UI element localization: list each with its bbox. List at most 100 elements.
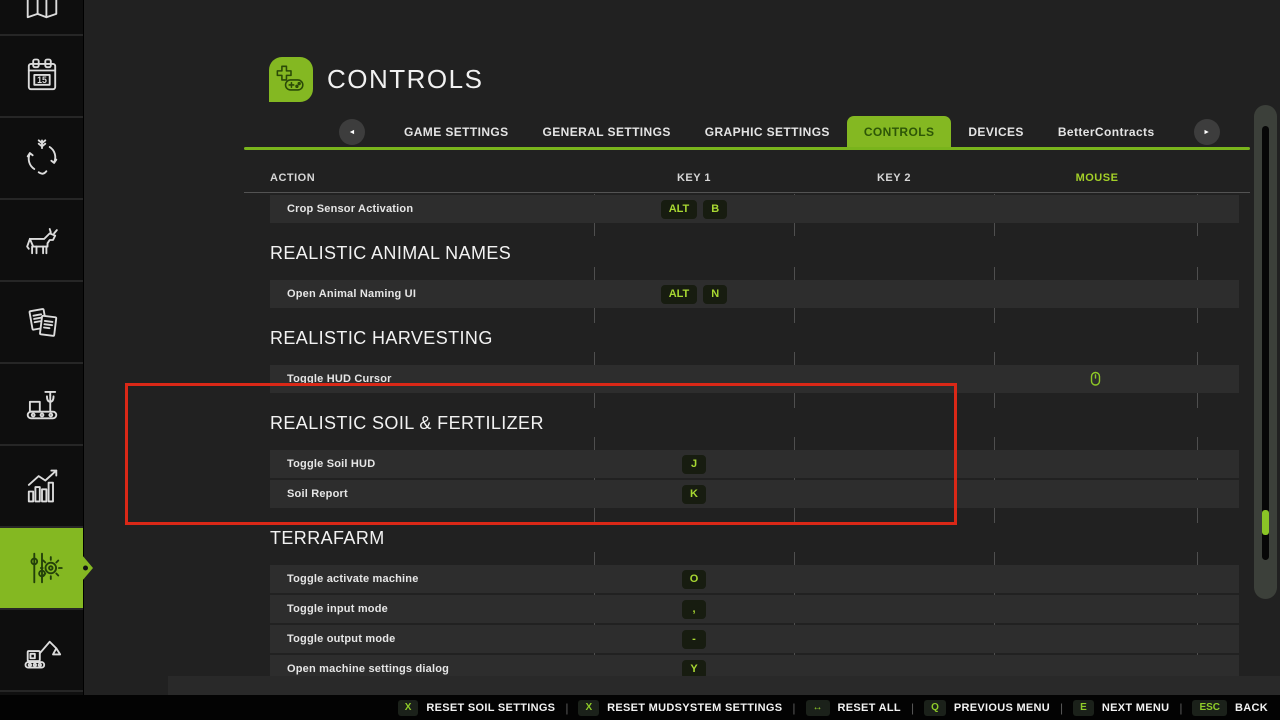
sidebar-item-animals[interactable] xyxy=(0,200,83,282)
key2-cell[interactable] xyxy=(794,450,994,478)
table-row[interactable]: Toggle HUD Cursor xyxy=(270,365,1239,393)
column-header-mouse: MOUSE xyxy=(1027,172,1167,184)
key-badge: J xyxy=(682,455,706,474)
hint-back[interactable]: ESC BACK xyxy=(1192,700,1268,716)
separator: | xyxy=(792,701,795,715)
section-title: REALISTIC SOIL & FERTILIZER xyxy=(270,412,1239,434)
table-row[interactable]: Soil Report K xyxy=(270,480,1239,508)
key2-cell[interactable] xyxy=(794,280,994,308)
tab-bettercontracts[interactable]: BetterContracts xyxy=(1041,116,1172,148)
bindings-list: Crop Sensor Activation ALTB REALISTIC AN… xyxy=(270,193,1239,685)
controls-settings-screen: 15 CONTROLS ◄ GAME SETTINGSGENERAL SETTI… xyxy=(0,0,1280,720)
key1-cell[interactable]: , xyxy=(594,595,794,623)
tab-general-settings[interactable]: GENERAL SETTINGS xyxy=(526,116,688,148)
key-hint-label: RESET SOIL SETTINGS xyxy=(426,702,555,714)
left-arrow-icon[interactable]: ◄ xyxy=(339,119,365,145)
sidebar-item-crop-rotation[interactable] xyxy=(0,118,83,200)
tab-game-settings[interactable]: GAME SETTINGS xyxy=(387,116,526,148)
scrollbar-track[interactable] xyxy=(1262,126,1269,560)
section-realistic-animal-names: REALISTIC ANIMAL NAMES Open Animal Namin… xyxy=(270,225,1239,310)
section-realistic-soil-fertilizer: REALISTIC SOIL & FERTILIZER Toggle Soil … xyxy=(270,395,1239,510)
key1-cell[interactable]: O xyxy=(594,565,794,593)
sidebar-item-map[interactable] xyxy=(0,0,83,36)
content-panel: CONTROLS ◄ GAME SETTINGSGENERAL SETTINGS… xyxy=(84,0,1280,695)
section-title: TERRAFARM xyxy=(270,527,1239,549)
table-row[interactable]: Open Animal Naming UI ALTN xyxy=(270,280,1239,308)
key1-cell[interactable]: ALT N xyxy=(594,280,794,308)
excavator-icon xyxy=(20,628,64,672)
key-badge: , xyxy=(682,600,706,619)
sidebar: 15 xyxy=(0,0,84,695)
table-row[interactable]: Toggle activate machine O xyxy=(270,565,1239,593)
key-hint-badge: ESC xyxy=(1192,700,1227,716)
sidebar-item-calendar[interactable]: 15 xyxy=(0,36,83,118)
tab-graphic-settings[interactable]: GRAPHIC SETTINGS xyxy=(688,116,847,148)
sidebar-item-excavator[interactable] xyxy=(0,610,83,692)
key-hint-label: BACK xyxy=(1235,702,1268,714)
hint-previous-menu[interactable]: Q PREVIOUS MENU xyxy=(924,700,1050,716)
key1-cell[interactable] xyxy=(594,365,794,393)
hint-reset-soil-settings[interactable]: X RESET SOIL SETTINGS xyxy=(398,700,556,716)
mouse-cell[interactable] xyxy=(994,365,1197,393)
section-title: REALISTIC ANIMAL NAMES xyxy=(270,242,1239,264)
tab-bar: ◄ GAME SETTINGSGENERAL SETTINGSGRAPHIC S… xyxy=(339,116,1169,148)
row-group: Toggle activate machine O Toggle input m… xyxy=(270,565,1239,685)
hint-reset-mudsystem-settings[interactable]: X RESET MUDSYSTEM SETTINGS xyxy=(578,700,782,716)
key-hint-badge: Q xyxy=(924,700,946,716)
key1-cell[interactable]: J xyxy=(594,450,794,478)
separator: | xyxy=(1179,701,1182,715)
separator: | xyxy=(565,701,568,715)
row-group: Crop Sensor Activation ALTB xyxy=(270,195,1239,225)
separator: | xyxy=(1060,701,1063,715)
table-header: ACTION KEY 1 KEY 2 MOUSE xyxy=(244,172,1250,192)
key-badge: K xyxy=(682,485,706,504)
table-row[interactable]: Toggle input mode , xyxy=(270,595,1239,623)
key1-cell[interactable]: K xyxy=(594,480,794,508)
sidebar-item-settings[interactable] xyxy=(0,528,83,610)
key-badge: ALT xyxy=(661,200,698,219)
key2-cell[interactable] xyxy=(794,625,994,653)
key1-cell[interactable]: ALTB xyxy=(594,195,794,223)
action-label: Toggle output mode xyxy=(287,625,396,653)
hint-reset-all[interactable]: ↔ RESET ALL xyxy=(806,700,901,716)
gamepad-icon xyxy=(269,57,313,102)
key-badge: N xyxy=(703,285,727,304)
column-header-action: ACTION xyxy=(270,172,315,184)
page-header: CONTROLS xyxy=(269,57,483,102)
map-icon xyxy=(20,8,64,26)
tab-label: CONTROLS xyxy=(864,125,935,139)
scrollbar-thumb[interactable] xyxy=(1262,510,1269,535)
row-group: Toggle Soil HUD J Soil Report K xyxy=(270,450,1239,510)
section-title: REALISTIC HARVESTING xyxy=(270,327,1239,349)
sidebar-item-statistics[interactable] xyxy=(0,446,83,528)
tab-underline xyxy=(244,147,1250,150)
tab-controls[interactable]: CONTROLS xyxy=(847,116,952,148)
key2-cell[interactable] xyxy=(794,595,994,623)
key-hint-badge: X xyxy=(578,700,599,716)
svg-text:15: 15 xyxy=(37,75,47,85)
key2-cell[interactable] xyxy=(794,480,994,508)
production-icon xyxy=(20,382,64,426)
table-row[interactable]: Crop Sensor Activation ALTB xyxy=(270,195,1239,223)
key2-cell[interactable] xyxy=(794,365,994,393)
sidebar-item-contracts[interactable] xyxy=(0,282,83,364)
separator: | xyxy=(911,701,914,715)
right-arrow-icon[interactable]: ► xyxy=(1194,119,1220,145)
action-label: Toggle HUD Cursor xyxy=(287,365,392,393)
sidebar-item-production[interactable] xyxy=(0,364,83,446)
tab-devices[interactable]: DEVICES xyxy=(951,116,1040,148)
calendar-icon: 15 xyxy=(20,54,64,98)
key1-cell[interactable]: - xyxy=(594,625,794,653)
key2-cell[interactable] xyxy=(794,195,994,223)
key2-cell[interactable] xyxy=(794,565,994,593)
bottom-key-hints-bar: X RESET SOIL SETTINGS | X RESET MUDSYSTE… xyxy=(0,695,1280,720)
animals-icon xyxy=(20,218,64,262)
key-badge: ALT xyxy=(661,285,698,304)
table-row[interactable]: Toggle Soil HUD J xyxy=(270,450,1239,478)
key-hint-badge: X xyxy=(398,700,419,716)
tab-label: DEVICES xyxy=(968,125,1023,139)
active-notch-dot xyxy=(83,566,88,571)
hint-next-menu[interactable]: E NEXT MENU xyxy=(1073,700,1169,716)
key-hint-badge: E xyxy=(1073,700,1094,716)
table-row[interactable]: Toggle output mode - xyxy=(270,625,1239,653)
